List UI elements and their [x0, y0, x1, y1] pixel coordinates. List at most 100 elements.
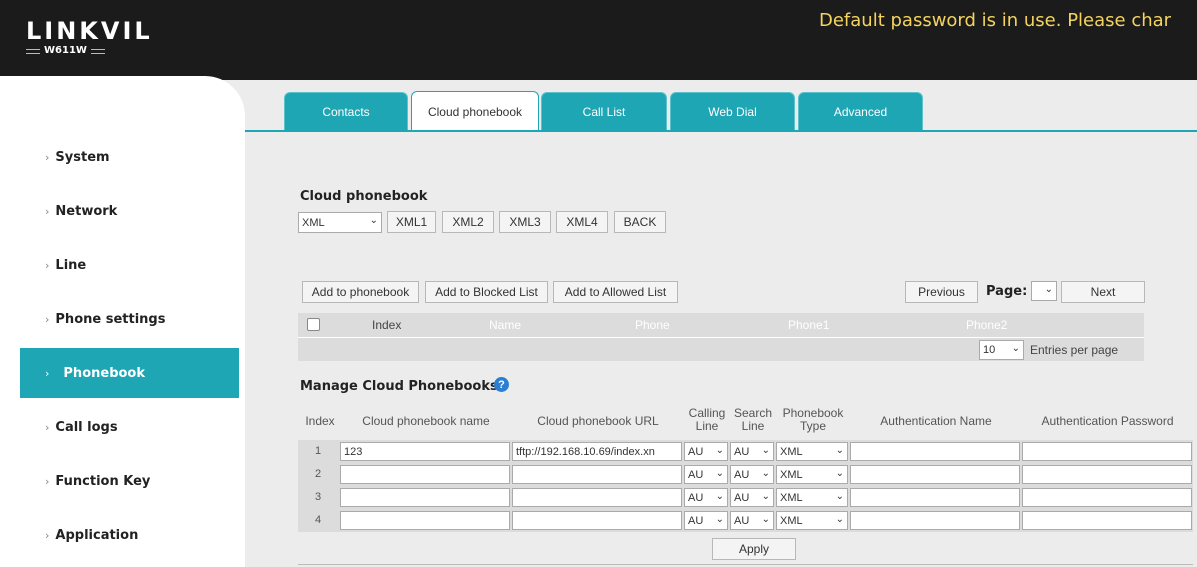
phonebook-row-4: 4 AU ⌄ AU ⌄ XML ⌄ [298, 509, 1193, 532]
logo-model-text: W611W [44, 45, 87, 56]
header-phonebook-type: Phonebook Type [776, 407, 850, 433]
search-line-select[interactable]: AU ⌄ [730, 511, 774, 530]
logo-model: W611W [26, 45, 153, 57]
phonebook-url-input[interactable] [512, 465, 682, 484]
auth-password-input[interactable] [1022, 511, 1192, 530]
auth-password-input[interactable] [1022, 442, 1192, 461]
previous-button[interactable]: Previous [905, 281, 978, 303]
auth-name-input[interactable] [850, 488, 1020, 507]
tab-underline [245, 130, 1197, 132]
apply-button[interactable]: Apply [712, 538, 796, 560]
sidebar-item-phonebook[interactable]: › Phonebook [20, 348, 239, 398]
row-index: 2 [314, 468, 322, 480]
xml3-button[interactable]: XML3 [499, 211, 551, 233]
column-phone: Phone [635, 318, 670, 332]
chevron-right-icon: › [45, 528, 50, 542]
calling-line-value: AU [688, 445, 704, 458]
phonebook-url-input[interactable]: tftp://192.168.10.69/index.xn [512, 442, 682, 461]
phonebook-name-input[interactable] [340, 511, 510, 530]
column-name: Name [489, 318, 522, 332]
chevron-down-icon: ⌄ [835, 468, 844, 479]
phonebook-type-select[interactable]: XML ⌄ [776, 442, 848, 461]
chevron-down-icon: ⌄ [835, 491, 844, 502]
phonebook-name-input[interactable] [340, 465, 510, 484]
xml2-button[interactable]: XML2 [442, 211, 494, 233]
calling-line-value: AU [688, 491, 704, 504]
sidebar-item-label: Phonebook [63, 365, 146, 381]
search-line-value: AU [734, 445, 750, 458]
phonebook-type-select[interactable]: XML ⌄ [776, 511, 848, 530]
search-line-select[interactable]: AU ⌄ [730, 488, 774, 507]
logo-bars-right [90, 48, 105, 54]
sidebar-item-network[interactable]: › Network [0, 186, 239, 236]
sidebar-item-call-logs[interactable]: › Call logs [0, 402, 239, 452]
xml-type-select[interactable]: XML ⌄ [298, 212, 382, 233]
next-button[interactable]: Next [1061, 281, 1145, 303]
phonebook-row-3: 3 AU ⌄ AU ⌄ XML ⌄ [298, 486, 1193, 509]
chevron-down-icon: ⌄ [835, 445, 844, 456]
tab-web-dial[interactable]: Web Dial [670, 92, 795, 130]
back-button[interactable]: BACK [614, 211, 666, 233]
search-line-value: AU [734, 468, 750, 481]
calling-line-value: AU [688, 514, 704, 527]
header-search-line-2: Line [741, 419, 765, 433]
phonebook-type-select[interactable]: XML ⌄ [776, 488, 848, 507]
sidebar-item-phone-settings[interactable]: › Phone settings [0, 294, 239, 344]
calling-line-select[interactable]: AU ⌄ [684, 465, 728, 484]
phonebook-url-input[interactable] [512, 511, 682, 530]
chevron-down-icon: ⌄ [369, 215, 378, 226]
entries-per-page-select[interactable]: 10 ⌄ [979, 340, 1024, 360]
auth-password-input[interactable] [1022, 465, 1192, 484]
phonebook-url-input[interactable] [512, 488, 682, 507]
column-index: Index [372, 318, 402, 332]
chevron-down-icon: ⌄ [761, 491, 770, 502]
sidebar-item-line[interactable]: › Line [0, 240, 239, 290]
auth-name-input[interactable] [850, 465, 1020, 484]
tab-contacts[interactable]: Contacts [284, 92, 408, 130]
calling-line-select[interactable]: AU ⌄ [684, 442, 728, 461]
help-icon[interactable]: ? [494, 377, 509, 392]
cloud-phonebook-title: Cloud phonebook [300, 189, 428, 204]
chevron-down-icon: ⌄ [715, 468, 724, 479]
chevron-down-icon: ⌄ [715, 491, 724, 502]
xml-type-value: XML [302, 216, 325, 229]
select-all-checkbox[interactable] [307, 318, 320, 331]
chevron-down-icon: ⌄ [761, 468, 770, 479]
phonebook-type-select[interactable]: XML ⌄ [776, 465, 848, 484]
sidebar-item-label: System [55, 149, 110, 165]
xml4-button[interactable]: XML4 [556, 211, 608, 233]
search-line-select[interactable]: AU ⌄ [730, 442, 774, 461]
calling-line-select[interactable]: AU ⌄ [684, 511, 728, 530]
search-line-select[interactable]: AU ⌄ [730, 465, 774, 484]
calling-line-select[interactable]: AU ⌄ [684, 488, 728, 507]
tab-advanced[interactable]: Advanced [798, 92, 923, 130]
tab-call-list[interactable]: Call List [541, 92, 667, 130]
top-header: LINKVIL W611W Default password is in use… [0, 0, 1197, 80]
phonebook-name-input[interactable] [340, 488, 510, 507]
phonebook-type-value: XML [780, 491, 803, 504]
header-phonebook-type-2: Type [799, 419, 826, 433]
sidebar-item-function-key[interactable]: › Function Key [0, 456, 239, 506]
phonebook-type-value: XML [780, 468, 803, 481]
chevron-right-icon: › [45, 420, 50, 434]
add-to-phonebook-button[interactable]: Add to phonebook [302, 281, 419, 303]
column-phone1: Phone1 [788, 318, 830, 332]
chevron-right-icon: › [45, 204, 50, 218]
add-to-blocked-list-button[interactable]: Add to Blocked List [425, 281, 548, 303]
page-select[interactable]: ⌄ [1031, 281, 1057, 301]
sidebar-item-application[interactable]: › Application [0, 510, 239, 560]
phonebook-name-input[interactable]: 123 [340, 442, 510, 461]
chevron-down-icon: ⌄ [1044, 284, 1053, 295]
xml1-button[interactable]: XML1 [387, 211, 436, 233]
search-line-value: AU [734, 514, 750, 527]
tab-cloud-phonebook[interactable]: Cloud phonebook [411, 91, 539, 131]
contacts-list-footer: 10 ⌄ Entries per page [298, 337, 1144, 361]
auth-password-input[interactable] [1022, 488, 1192, 507]
sidebar-item-system[interactable]: › System [0, 132, 239, 182]
auth-name-input[interactable] [850, 442, 1020, 461]
header-auth-password: Authentication Password [1041, 414, 1174, 428]
logo: LINKVIL W611W [26, 18, 153, 57]
page: LINKVIL W611W Default password is in use… [0, 0, 1197, 567]
add-to-allowed-list-button[interactable]: Add to Allowed List [553, 281, 678, 303]
auth-name-input[interactable] [850, 511, 1020, 530]
